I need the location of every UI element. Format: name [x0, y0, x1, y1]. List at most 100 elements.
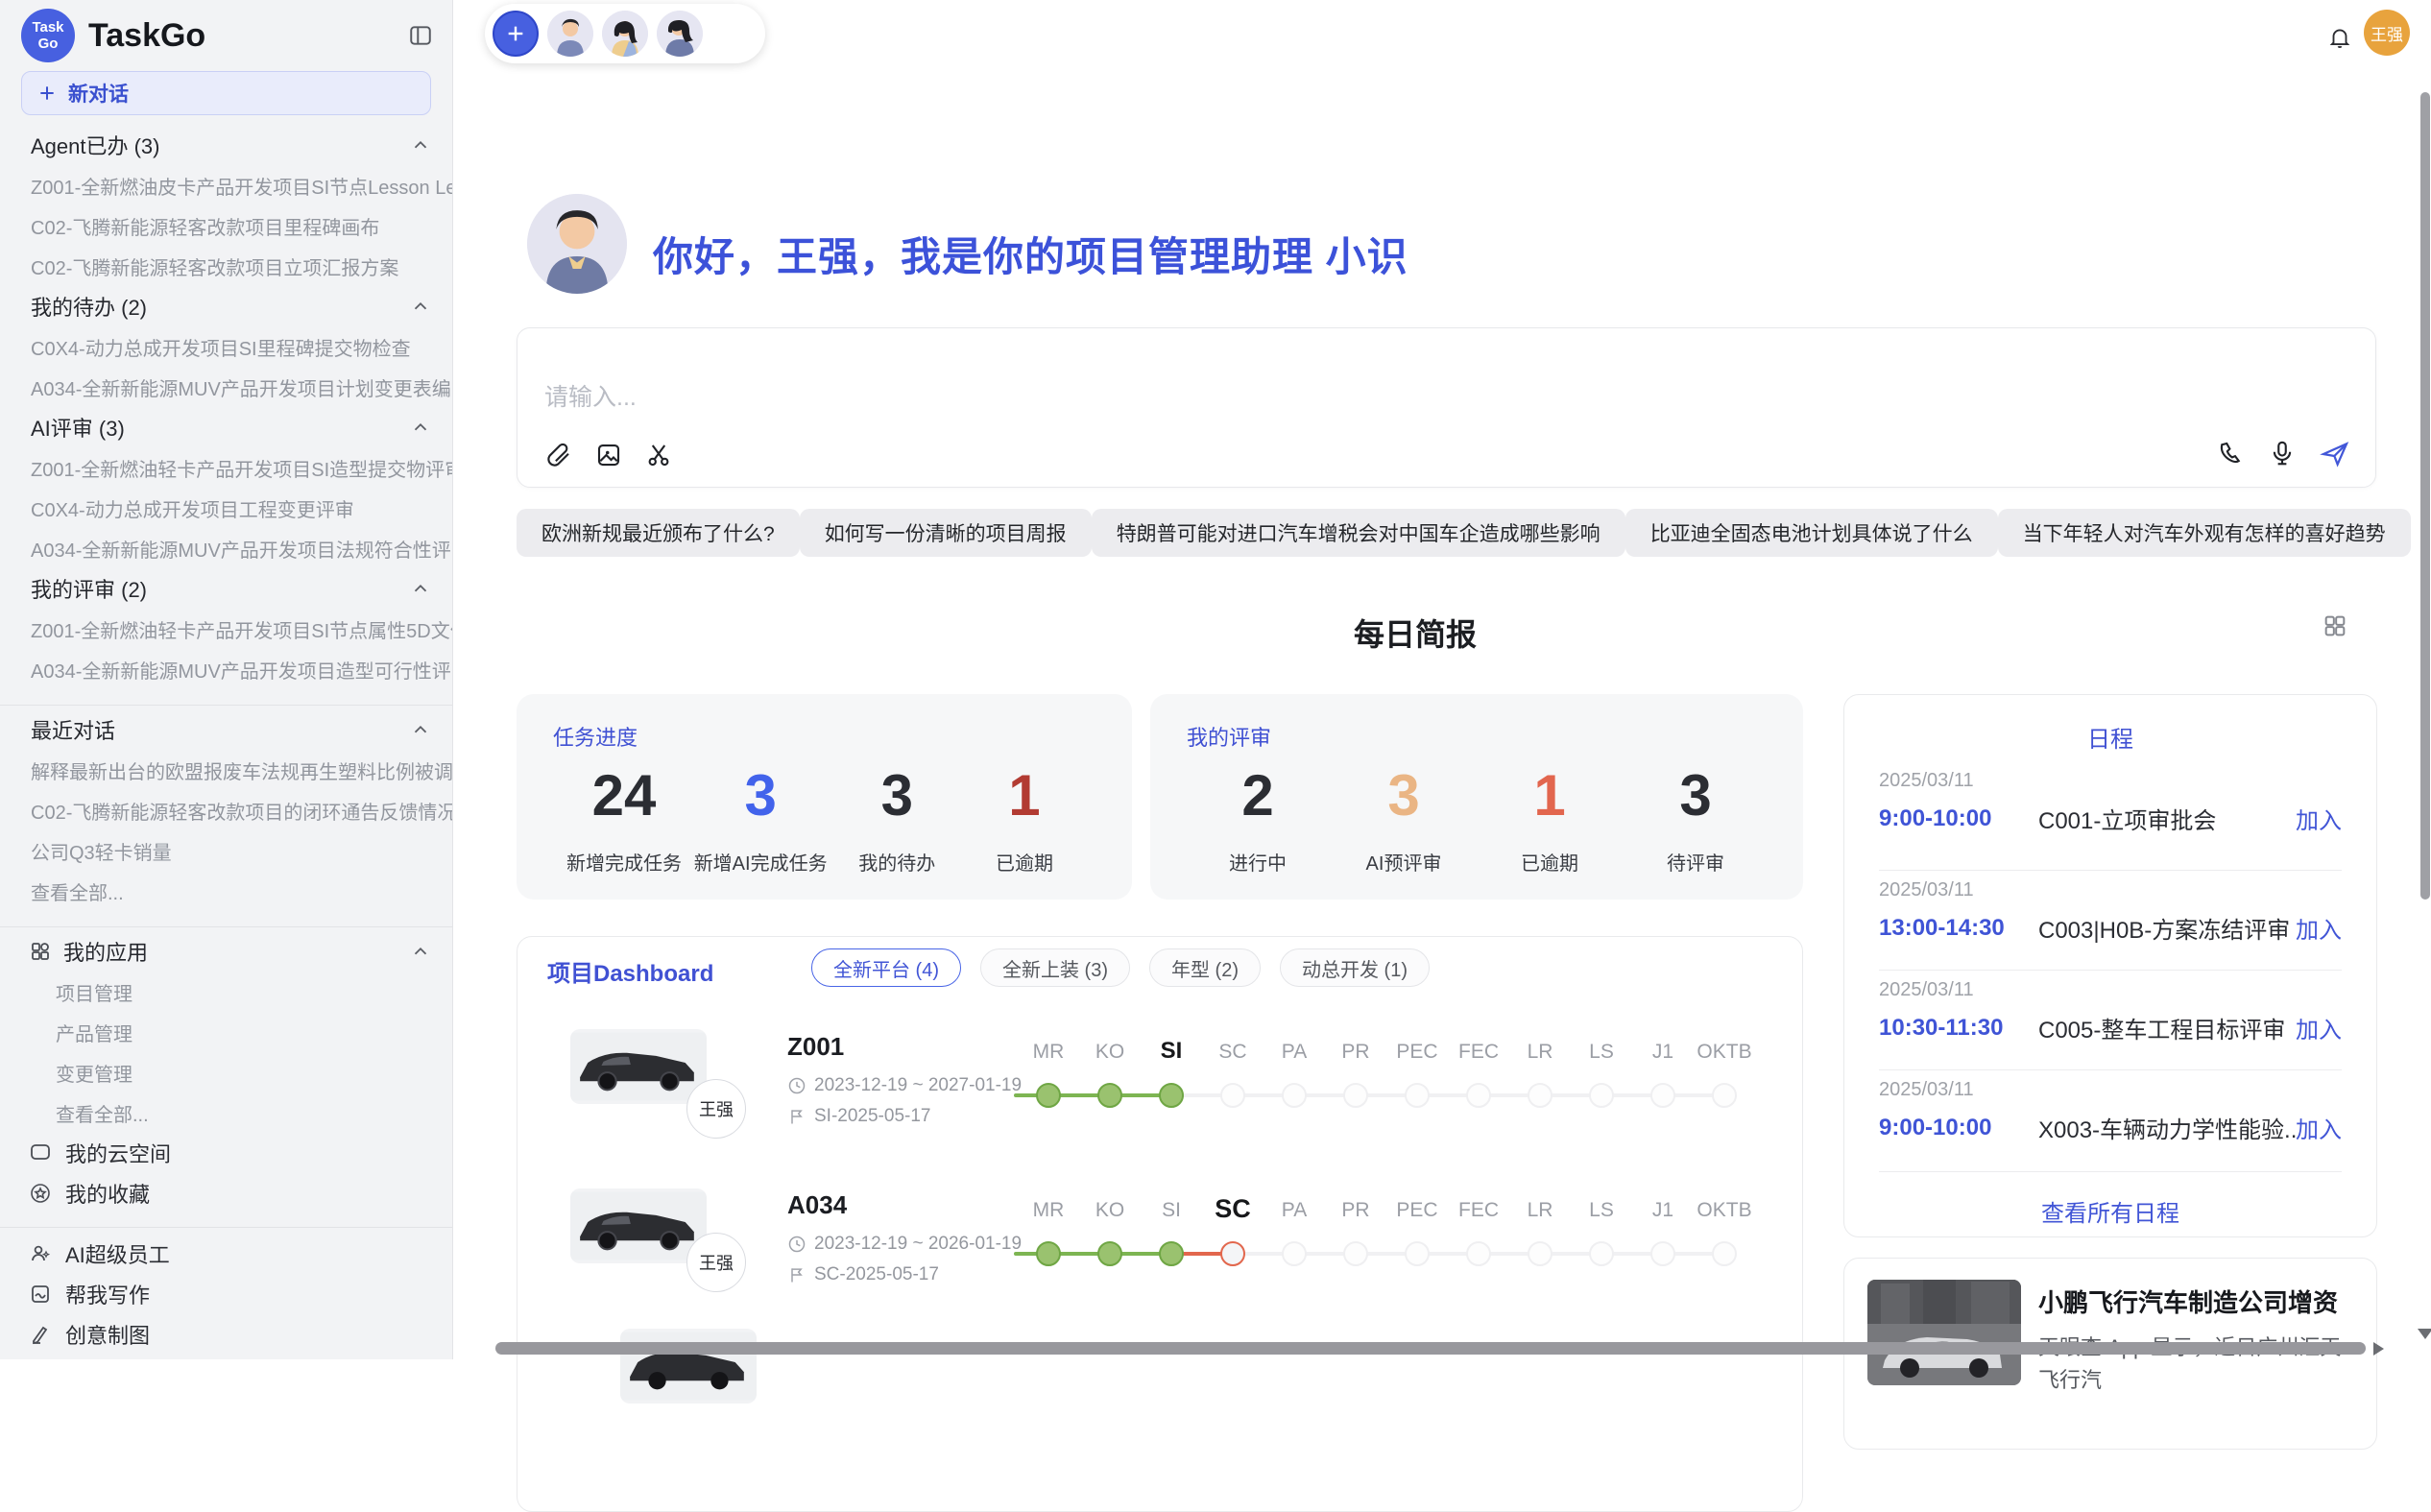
milestone-node-done[interactable]	[1159, 1083, 1184, 1108]
milestone-node[interactable]	[1650, 1241, 1675, 1266]
join-link[interactable]: 加入	[2296, 911, 2342, 945]
milestone-node[interactable]	[1220, 1083, 1245, 1108]
view-all-apps[interactable]: 查看全部...	[0, 1092, 452, 1133]
milestone-node[interactable]	[1466, 1241, 1491, 1266]
milestone-node[interactable]	[1282, 1241, 1307, 1266]
list-item[interactable]: 解释最新出台的欧盟报废车法规再生塑料比例被调至15%...	[0, 750, 452, 790]
section-my-todo[interactable]: 我的待办 (2)	[0, 286, 452, 326]
paperclip-icon[interactable]	[544, 441, 573, 469]
milestone-node[interactable]	[1282, 1083, 1307, 1108]
my-review-card: 我的评审 2进行中 3AI预评审 1已逾期 3待评审	[1150, 694, 1803, 900]
suggestion-chip[interactable]: 特朗普可能对进口汽车增税会对中国车企造成哪些影响	[1092, 509, 1625, 557]
app-item-product[interactable]: 产品管理	[0, 1012, 452, 1052]
bell-icon[interactable]	[2327, 25, 2352, 50]
milestone-node[interactable]	[1589, 1241, 1614, 1266]
app-item-change[interactable]: 变更管理	[0, 1052, 452, 1092]
list-item[interactable]: 公司Q3轻卡销量	[0, 830, 452, 871]
new-chat-label: 新对话	[68, 79, 129, 108]
chevron-up-icon[interactable]	[410, 296, 431, 317]
section-my-apps[interactable]: 我的应用	[0, 931, 452, 972]
list-item[interactable]: Z001-全新燃油轻卡产品开发项目SI造型提交物评审	[0, 447, 452, 488]
suggestion-chip[interactable]: 当下年轻人对汽车外观有怎样的喜好趋势	[1998, 509, 2411, 557]
milestone-node[interactable]	[1712, 1083, 1737, 1108]
vertical-scrollbar[interactable]	[2420, 92, 2430, 900]
milestone-node-done[interactable]	[1159, 1241, 1184, 1266]
tab-year-model[interactable]: 年型 (2)	[1149, 948, 1261, 987]
tab-powertrain[interactable]: 动总开发 (1)	[1280, 948, 1430, 987]
chevron-up-icon[interactable]	[410, 578, 431, 599]
project-node-date: SC-2025-05-17	[787, 1264, 939, 1285]
scroll-right-arrow-icon[interactable]	[2373, 1342, 2384, 1356]
milestone-node-done[interactable]	[1036, 1241, 1061, 1266]
milestone-node[interactable]	[1343, 1083, 1368, 1108]
view-all-schedule[interactable]: 查看所有日程	[1844, 1194, 2376, 1228]
agent-avatar-1[interactable]	[547, 11, 593, 57]
section-my-review[interactable]: 我的评审 (2)	[0, 568, 452, 609]
list-item[interactable]: C0X4-动力总成开发项目工程变更评审	[0, 488, 452, 528]
milestone-node[interactable]	[1343, 1241, 1368, 1266]
list-item[interactable]: A034-全新新能源MUV产品开发项目造型可行性评审	[0, 649, 452, 689]
chevron-up-icon[interactable]	[410, 941, 431, 962]
project-code[interactable]: Z001	[787, 1032, 844, 1062]
suggestion-chip[interactable]: 如何写一份清晰的项目周报	[800, 509, 1092, 557]
chevron-up-icon[interactable]	[410, 417, 431, 438]
section-recent-chats[interactable]: 最近对话	[0, 709, 452, 750]
milestone-node-done[interactable]	[1097, 1241, 1122, 1266]
milestone-node[interactable]	[1528, 1241, 1552, 1266]
sidebar-collapse-icon[interactable]	[408, 23, 433, 48]
join-link[interactable]: 加入	[2296, 1011, 2342, 1044]
section-ai-review[interactable]: AI评审 (3)	[0, 407, 452, 447]
chevron-up-icon[interactable]	[410, 134, 431, 156]
milestone-node-alert[interactable]	[1220, 1241, 1245, 1266]
list-item[interactable]: C02-飞腾新能源轻客改款项目里程碑画布	[0, 205, 452, 246]
suggestion-chip[interactable]: 比亚迪全固态电池计划具体说了什么	[1625, 509, 1998, 557]
sidebar-item-ai-employee[interactable]: AI超级员工	[0, 1234, 452, 1274]
agent-avatar-2[interactable]	[602, 11, 648, 57]
scroll-down-arrow-icon[interactable]	[2418, 1329, 2431, 1339]
list-item[interactable]: Z001-全新燃油轻卡产品开发项目SI节点属性5D文件评审	[0, 609, 452, 649]
app-item-project[interactable]: 项目管理	[0, 972, 452, 1012]
scissors-icon[interactable]	[644, 441, 673, 469]
chat-input[interactable]	[544, 384, 1985, 412]
join-link[interactable]: 加入	[2296, 1111, 2342, 1144]
list-item[interactable]: Z001-全新燃油皮卡产品开发项目SI节点Lesson Learn报告	[0, 165, 452, 205]
photo-icon[interactable]	[594, 441, 623, 469]
view-all-chats[interactable]: 查看全部...	[0, 871, 452, 911]
tab-new-body[interactable]: 全新上装 (3)	[980, 948, 1130, 987]
suggestion-chip[interactable]: 欧洲新规最近颁布了什么?	[517, 509, 800, 557]
milestone-node[interactable]	[1405, 1083, 1430, 1108]
milestone-node[interactable]	[1466, 1083, 1491, 1108]
user-avatar[interactable]: 王强	[2364, 10, 2410, 56]
milestone-node[interactable]	[1589, 1083, 1614, 1108]
tab-new-platform[interactable]: 全新平台 (4)	[811, 948, 961, 987]
add-agent-button[interactable]	[493, 11, 539, 57]
layout-grid-icon[interactable]	[2322, 612, 2348, 639]
phone-icon[interactable]	[2216, 439, 2245, 469]
milestone-node[interactable]	[1650, 1083, 1675, 1108]
list-item[interactable]: A034-全新新能源MUV产品开发项目计划变更表编写	[0, 367, 452, 407]
sidebar-item-cloud[interactable]: 我的云空间	[0, 1133, 452, 1173]
sidebar-item-favorites[interactable]: 我的收藏	[0, 1173, 452, 1213]
list-item[interactable]: C0X4-动力总成开发项目SI里程碑提交物检查	[0, 326, 452, 367]
project-code[interactable]: A034	[787, 1190, 847, 1220]
agent-avatar-3[interactable]	[657, 11, 703, 57]
list-item[interactable]: C02-飞腾新能源轻客改款项目的闭环通告反馈情况	[0, 790, 452, 830]
milestone-node[interactable]	[1528, 1083, 1552, 1108]
horizontal-scrollbar[interactable]	[495, 1342, 2366, 1355]
milestone-node-done[interactable]	[1036, 1083, 1061, 1108]
sidebar-item-draw[interactable]: 创意制图	[0, 1314, 452, 1355]
join-link[interactable]: 加入	[2296, 802, 2342, 835]
milestone-node-done[interactable]	[1097, 1083, 1122, 1108]
list-item[interactable]: C02-飞腾新能源轻客改款项目立项汇报方案	[0, 246, 452, 286]
new-chat-button[interactable]: 新对话	[21, 71, 431, 115]
milestone-node[interactable]	[1405, 1241, 1430, 1266]
milestone-node[interactable]	[1712, 1241, 1737, 1266]
section-agent-done[interactable]: Agent已办 (3)	[0, 125, 452, 165]
mic-icon[interactable]	[2268, 439, 2297, 469]
sidebar-item-write[interactable]: 帮我写作	[0, 1274, 452, 1314]
sidebar-list: Agent已办 (3) Z001-全新燃油皮卡产品开发项目SI节点Lesson …	[0, 115, 452, 1355]
list-item[interactable]: A034-全新新能源MUV产品开发项目法规符合性评审	[0, 528, 452, 568]
chevron-up-icon[interactable]	[410, 719, 431, 740]
stat: 24新增完成任务	[566, 761, 682, 876]
send-icon[interactable]	[2320, 439, 2350, 469]
